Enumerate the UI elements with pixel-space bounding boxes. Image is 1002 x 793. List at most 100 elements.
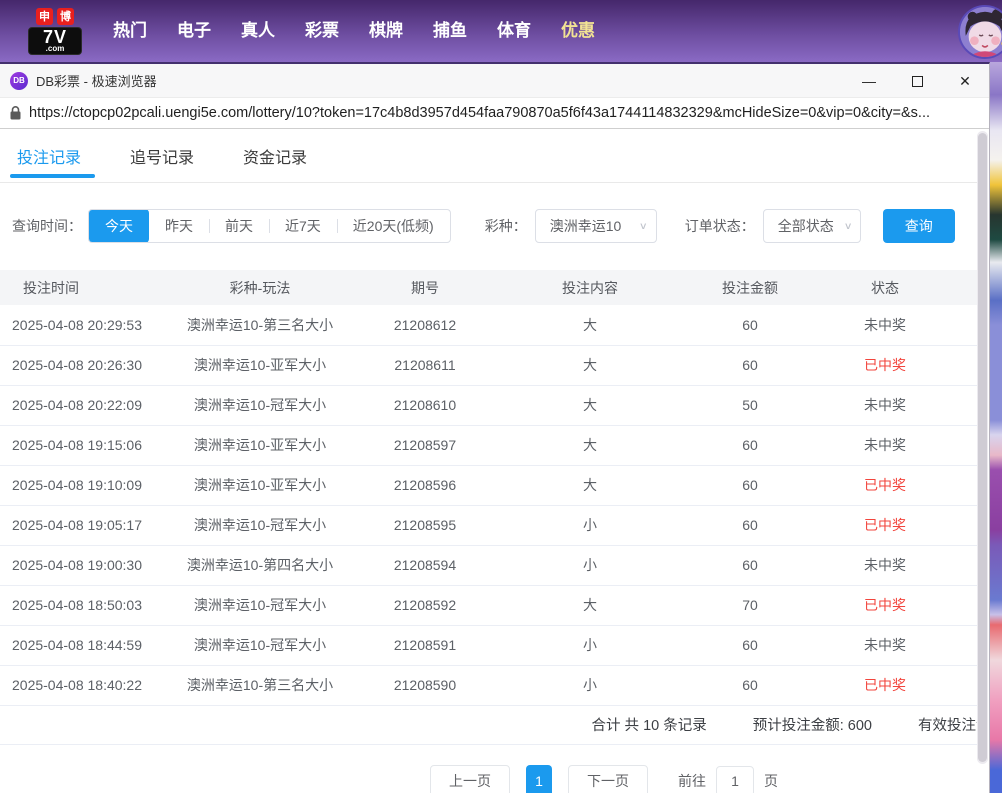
time-option-前天[interactable]: 前天 [209, 210, 269, 242]
nav-item-电子[interactable]: 电子 [162, 0, 226, 62]
prev-page-button[interactable]: 上一页 [430, 765, 510, 793]
maximize-icon [912, 76, 923, 87]
cell-issue: 21208597 [340, 425, 510, 465]
cell-status: 已中奖 [830, 505, 940, 545]
cell-status: 已中奖 [830, 465, 940, 505]
cell-game-play: 澳洲幸运10-冠军大小 [180, 385, 340, 425]
cell-bet-time: 2025-04-08 20:26:30 [0, 345, 180, 385]
search-button[interactable]: 查询 [883, 209, 955, 243]
goto-page-suffix: 页 [764, 771, 778, 791]
background-page-strip [990, 62, 1002, 793]
col-status: 状态 [830, 270, 940, 305]
cell-game-play: 澳洲幸运10-第三名大小 [180, 665, 340, 705]
tab-资金记录[interactable]: 资金记录 [243, 144, 307, 182]
cell-status: 未中奖 [830, 625, 940, 665]
current-page[interactable]: 1 [526, 765, 552, 793]
main-nav: 热门电子真人彩票棋牌捕鱼体育优惠 [98, 0, 610, 62]
summary-total: 合计 共 10 条记录 [592, 714, 707, 735]
goto-page-input[interactable] [716, 766, 754, 793]
lottery-select[interactable]: 澳洲幸运10 ∨ [535, 209, 657, 243]
cell-bet-content: 小 [510, 625, 670, 665]
lottery-filter-label: 彩种： [485, 216, 527, 236]
cell-bet-time: 2025-04-08 19:00:30 [0, 545, 180, 585]
cell-bet-amount: 60 [670, 505, 830, 545]
browser-window: DB DB彩票 - 极速浏览器 — ✕ https://ctopcp02pcal… [0, 62, 990, 793]
cell-game-play: 澳洲幸运10-冠军大小 [180, 625, 340, 665]
tab-投注记录[interactable]: 投注记录 [17, 144, 81, 182]
bet-records-table: 投注时间 彩种-玩法 期号 投注内容 投注金额 状态 2025-04-08 20… [0, 270, 978, 706]
table-row: 2025-04-08 20:29:53澳洲幸运10-第三名大小21208612大… [0, 305, 978, 345]
browser-titlebar: DB DB彩票 - 极速浏览器 — ✕ [0, 64, 989, 98]
cell-bet-content: 大 [510, 345, 670, 385]
screen: 申 博 7V .com 热门电子真人彩票棋牌捕鱼体育优惠 [0, 0, 1002, 793]
pagination: 上一页 1 下一页 前往 页 [115, 765, 978, 793]
nav-item-优惠[interactable]: 优惠 [546, 0, 610, 62]
nav-item-彩票[interactable]: 彩票 [290, 0, 354, 62]
goto-page-group: 前往 页 [678, 766, 778, 793]
tab-追号记录[interactable]: 追号记录 [130, 144, 194, 182]
cell-bet-content: 大 [510, 425, 670, 465]
cell-bet-time: 2025-04-08 19:05:17 [0, 505, 180, 545]
cell-bet-amount: 60 [670, 345, 830, 385]
col-bet-time: 投注时间 [0, 270, 180, 305]
browser-urlbar: https://ctopcp02pcali.uengi5e.com/lotter… [0, 98, 989, 129]
maximize-button[interactable] [893, 64, 941, 98]
time-option-昨天[interactable]: 昨天 [149, 210, 209, 242]
cell-issue: 21208610 [340, 385, 510, 425]
cell-bet-time: 2025-04-08 18:40:22 [0, 665, 180, 705]
next-page-button[interactable]: 下一页 [568, 765, 648, 793]
user-avatar[interactable] [958, 5, 1002, 59]
url-text[interactable]: https://ctopcp02pcali.uengi5e.com/lotter… [29, 105, 930, 121]
cell-issue: 21208592 [340, 585, 510, 625]
logo-7v-text: 7V [31, 29, 79, 45]
cell-bet-amount: 60 [670, 625, 830, 665]
cell-status: 已中奖 [830, 585, 940, 625]
nav-item-捕鱼[interactable]: 捕鱼 [418, 0, 482, 62]
nav-item-真人[interactable]: 真人 [226, 0, 290, 62]
nav-item-热门[interactable]: 热门 [98, 0, 162, 62]
site-logo[interactable]: 申 博 7V .com [28, 8, 82, 55]
site-favicon-icon: DB [10, 72, 28, 90]
cell-game-play: 澳洲幸运10-冠军大小 [180, 505, 340, 545]
summary-expected-amount: 预计投注金额: 600 [753, 714, 872, 735]
cell-bet-content: 大 [510, 385, 670, 425]
window-title: DB彩票 - 极速浏览器 [36, 71, 157, 90]
logo-box: 7V .com [28, 27, 82, 55]
close-button[interactable]: ✕ [941, 64, 989, 98]
page-content: 投注记录追号记录资金记录 查询时间： 今天昨天前天近7天近20天(低频) 彩种：… [0, 129, 978, 793]
summary-row: 合计 共 10 条记录 预计投注金额: 600 有效投注金额 [0, 706, 978, 745]
lock-icon [10, 106, 21, 120]
nav-item-体育[interactable]: 体育 [482, 0, 546, 62]
cell-bet-content: 小 [510, 545, 670, 585]
cell-issue: 21208594 [340, 545, 510, 585]
status-select-value: 全部状态 [778, 216, 834, 236]
table-header-row: 投注时间 彩种-玩法 期号 投注内容 投注金额 状态 [0, 270, 978, 305]
cell-bet-content: 小 [510, 665, 670, 705]
cell-bet-content: 大 [510, 465, 670, 505]
table-row: 2025-04-08 18:44:59澳洲幸运10-冠军大小21208591小6… [0, 625, 978, 665]
cell-bet-time: 2025-04-08 18:50:03 [0, 585, 180, 625]
cell-status: 未中奖 [830, 385, 940, 425]
cell-issue: 21208596 [340, 465, 510, 505]
nav-item-棋牌[interactable]: 棋牌 [354, 0, 418, 62]
cell-bet-content: 大 [510, 305, 670, 345]
time-option-近20天(低频)[interactable]: 近20天(低频) [337, 210, 450, 242]
site-topbar: 申 博 7V .com 热门电子真人彩票棋牌捕鱼体育优惠 [0, 0, 1002, 62]
cell-bet-content: 小 [510, 505, 670, 545]
time-option-近7天[interactable]: 近7天 [269, 210, 337, 242]
minimize-button[interactable]: — [845, 64, 893, 98]
time-option-今天[interactable]: 今天 [89, 209, 149, 243]
col-bet-amount: 投注金额 [670, 270, 830, 305]
cell-bet-time: 2025-04-08 20:22:09 [0, 385, 180, 425]
chevron-down-icon: ∨ [844, 220, 853, 231]
cell-issue: 21208591 [340, 625, 510, 665]
logo-badges: 申 博 [28, 8, 82, 25]
cell-issue: 21208595 [340, 505, 510, 545]
scrollbar-thumb[interactable] [978, 133, 987, 762]
status-filter-label: 订单状态： [685, 216, 755, 236]
cell-issue: 21208590 [340, 665, 510, 705]
time-filter-group: 今天昨天前天近7天近20天(低频) [88, 209, 451, 243]
status-select[interactable]: 全部状态 ∨ [763, 209, 861, 243]
scrollbar[interactable] [977, 131, 988, 764]
cell-game-play: 澳洲幸运10-第四名大小 [180, 545, 340, 585]
